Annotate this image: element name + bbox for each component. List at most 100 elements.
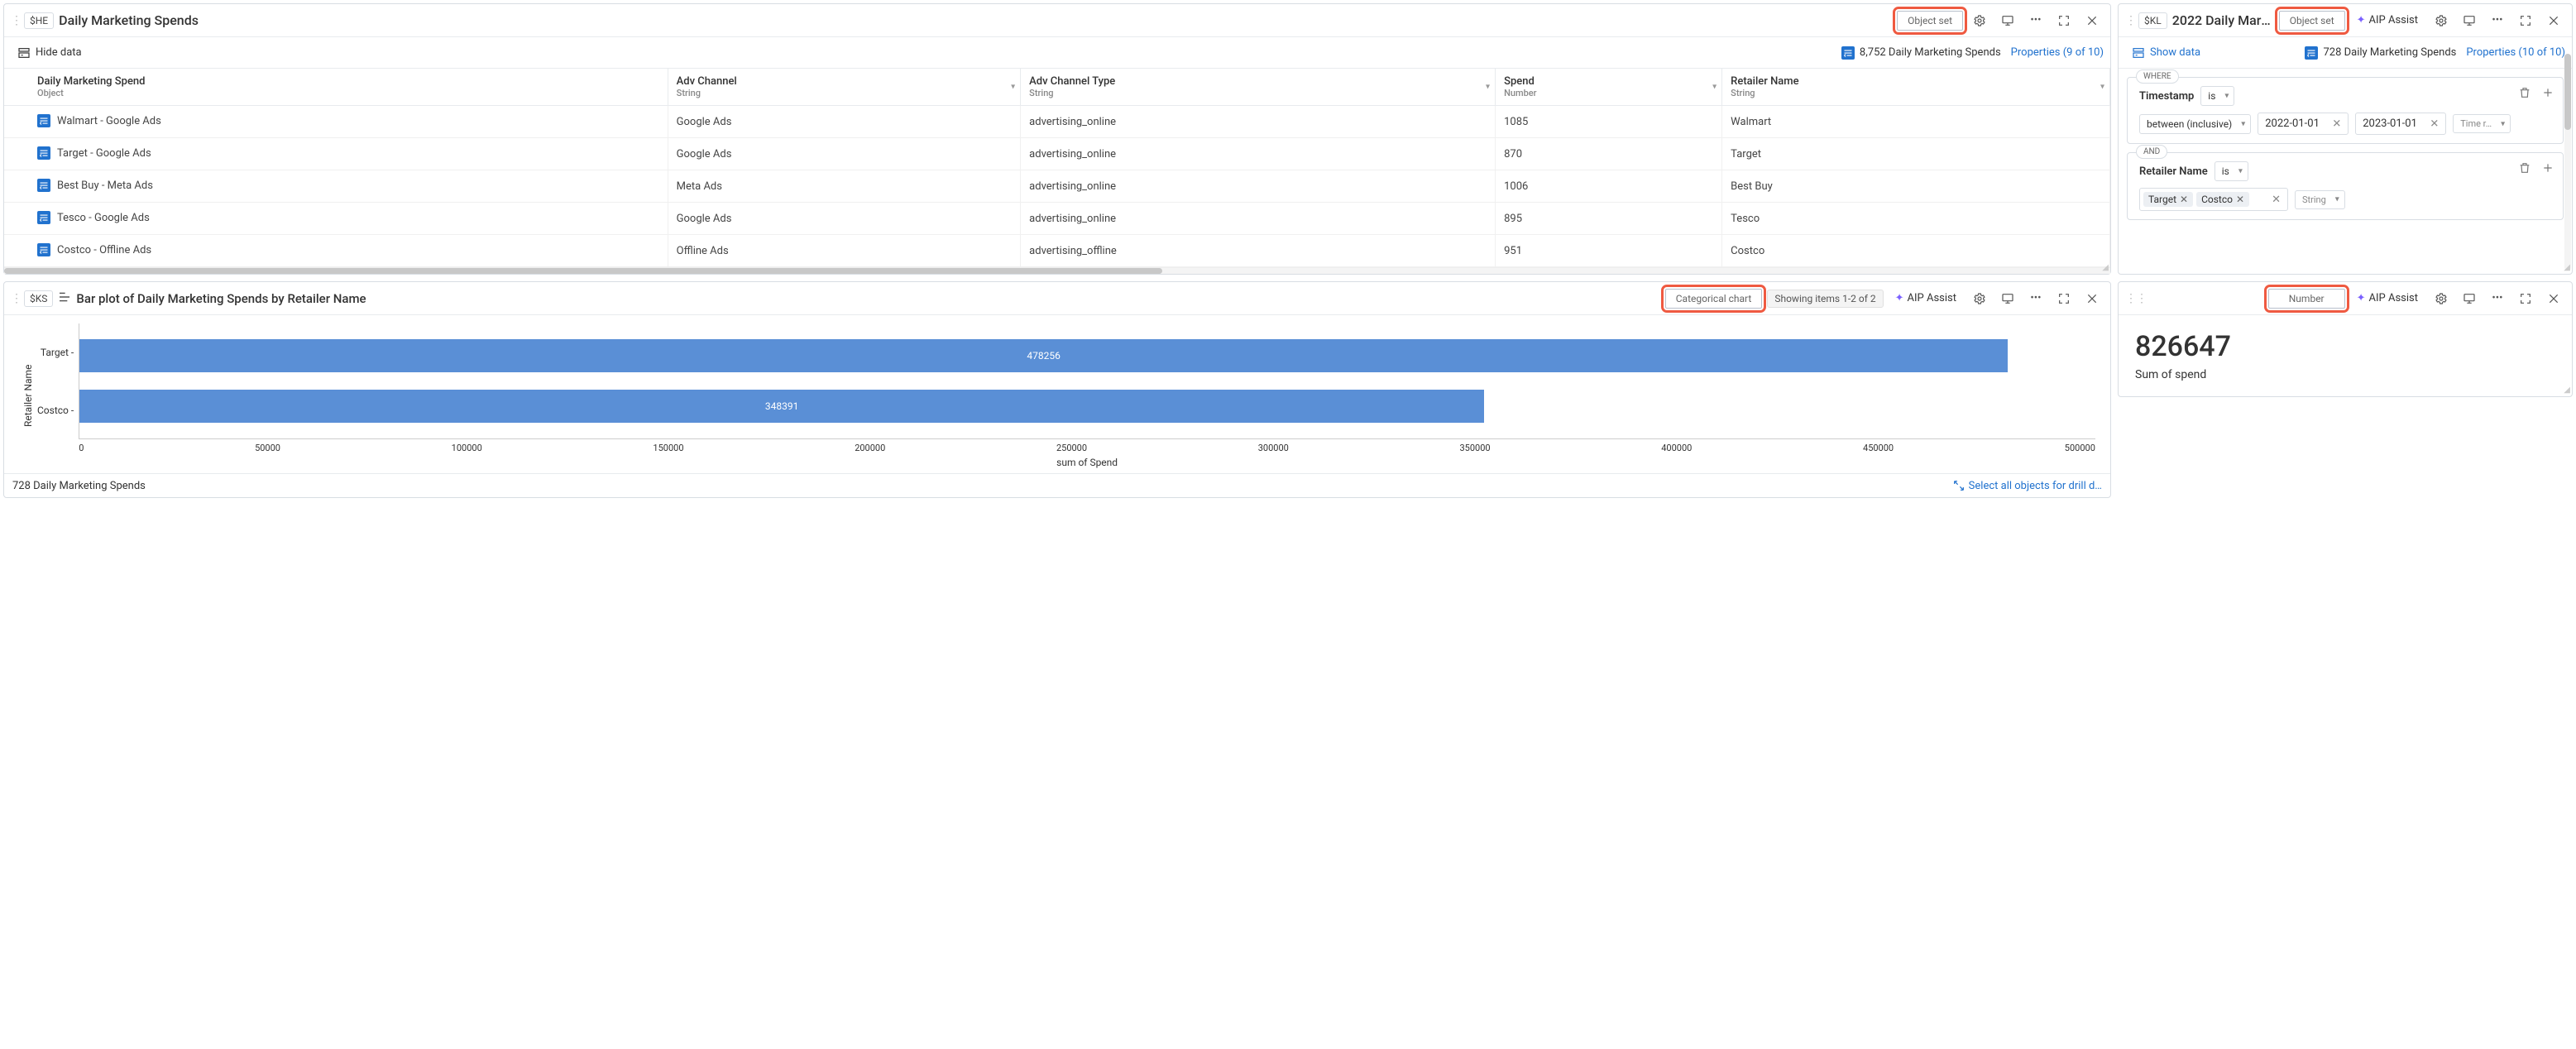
drag-handle-icon[interactable]: ⋮⋮ bbox=[11, 15, 19, 26]
column-header[interactable]: SpendNumber▾ bbox=[1496, 69, 1722, 106]
show-data-label: Show data bbox=[2150, 46, 2200, 59]
presentation-icon[interactable] bbox=[2458, 9, 2481, 32]
resize-handle-icon[interactable]: ◢ bbox=[2564, 386, 2570, 395]
resize-handle-icon[interactable]: ◢ bbox=[2564, 263, 2570, 272]
mode-dropdown[interactable]: between (inclusive) bbox=[2139, 114, 2251, 134]
column-sort-icon[interactable]: ▾ bbox=[1712, 83, 1717, 92]
operator-dropdown[interactable]: is bbox=[2200, 86, 2234, 106]
more-icon[interactable]: ••• bbox=[2486, 9, 2509, 32]
close-icon[interactable] bbox=[2542, 287, 2565, 310]
object-set-chip[interactable]: Object set bbox=[2279, 11, 2345, 31]
chart-bar[interactable]: 348391 bbox=[79, 390, 1484, 423]
delete-icon[interactable] bbox=[2515, 158, 2535, 178]
date-start-input[interactable]: 2022-01-01✕ bbox=[2258, 113, 2349, 135]
vertical-scrollbar[interactable] bbox=[2564, 54, 2571, 271]
expand-icon[interactable] bbox=[2052, 9, 2076, 32]
presentation-icon[interactable] bbox=[1996, 287, 2019, 310]
column-sort-icon[interactable]: ▾ bbox=[1486, 83, 1490, 92]
column-sort-icon[interactable]: ▾ bbox=[1011, 83, 1015, 92]
chart-bar[interactable]: 478256 bbox=[79, 339, 2008, 372]
operator-dropdown[interactable]: is bbox=[2214, 161, 2248, 181]
panel-a-header: ⋮⋮ $HE Daily Marketing Spends Object set… bbox=[4, 4, 2110, 37]
properties-link[interactable]: Properties (9 of 10) bbox=[2011, 46, 2104, 59]
more-icon[interactable]: ••• bbox=[2024, 287, 2047, 310]
add-icon[interactable] bbox=[2538, 83, 2558, 103]
drag-handle-icon[interactable]: ⋮⋮ bbox=[11, 293, 19, 304]
variable-chip[interactable]: $HE bbox=[24, 12, 54, 29]
more-icon[interactable]: ••• bbox=[2024, 9, 2047, 32]
object-icon bbox=[37, 243, 50, 256]
column-header[interactable]: Daily Marketing SpendObject bbox=[29, 69, 668, 106]
aip-assist-button[interactable]: ✦AIP Assist bbox=[1889, 289, 1963, 308]
column-header[interactable]: Retailer NameString▾ bbox=[1722, 69, 2110, 106]
y-tick-label: Costco - bbox=[37, 381, 74, 439]
footer-count: 728 Daily Marketing Spends bbox=[12, 480, 146, 492]
panel-b-subheader: Show data 728 Daily Marketing Spends Pro… bbox=[2119, 37, 2572, 69]
expand-icon[interactable] bbox=[2514, 287, 2537, 310]
column-sort-icon[interactable]: ▾ bbox=[2100, 83, 2104, 92]
object-icon bbox=[1841, 46, 1855, 60]
column-header[interactable]: Adv ChannelString▾ bbox=[668, 69, 1021, 106]
variable-chip[interactable]: $KL bbox=[2138, 12, 2167, 29]
delete-icon[interactable] bbox=[2515, 83, 2535, 103]
type-dropdown[interactable]: String bbox=[2295, 190, 2345, 209]
drill-down-link[interactable]: Select all objects for drill d… bbox=[1952, 479, 2102, 492]
clear-all-icon[interactable]: ✕ bbox=[2268, 194, 2284, 206]
table-row[interactable]: Target - Google AdsGoogle Adsadvertising… bbox=[4, 138, 2110, 170]
object-set-chip[interactable]: Object set bbox=[1897, 11, 1963, 31]
add-icon[interactable] bbox=[2538, 158, 2558, 178]
sparkle-icon: ✦ bbox=[2357, 292, 2366, 304]
expand-icon[interactable] bbox=[2052, 287, 2076, 310]
table-row[interactable]: Tesco - Google AdsGoogle Adsadvertising_… bbox=[4, 203, 2110, 235]
drag-handle-icon[interactable]: ⋮⋮ bbox=[2125, 293, 2133, 304]
close-icon[interactable] bbox=[2542, 9, 2565, 32]
object-icon bbox=[37, 114, 50, 127]
table-row[interactable]: Best Buy - Meta AdsMeta Adsadvertising_o… bbox=[4, 170, 2110, 203]
horizontal-scrollbar[interactable] bbox=[4, 267, 2110, 274]
aip-assist-button[interactable]: ✦AIP Assist bbox=[2350, 289, 2425, 308]
gear-icon[interactable] bbox=[2430, 287, 2453, 310]
clear-icon[interactable]: ✕ bbox=[2430, 117, 2439, 130]
clear-icon[interactable]: ✕ bbox=[2332, 117, 2341, 130]
close-icon[interactable] bbox=[2080, 287, 2104, 310]
table-row[interactable]: Costco - Offline AdsOffline Adsadvertisi… bbox=[4, 235, 2110, 267]
gear-icon[interactable] bbox=[1968, 287, 1991, 310]
chart-footer: 728 Daily Marketing Spends Select all ob… bbox=[4, 473, 2110, 497]
number-chip[interactable]: Number bbox=[2268, 289, 2345, 309]
filter-tag-item[interactable]: Costco✕ bbox=[2196, 192, 2249, 207]
filter-tag-item[interactable]: Target✕ bbox=[2143, 192, 2193, 207]
tags-input[interactable]: Target✕Costco✕✕ bbox=[2139, 188, 2288, 211]
properties-link[interactable]: Properties (10 of 10) bbox=[2466, 46, 2565, 59]
drag-handle-icon[interactable]: ⋮⋮ bbox=[2125, 15, 2133, 26]
date-end-input[interactable]: 2023-01-01✕ bbox=[2355, 113, 2446, 135]
panel-bar-chart: ⋮⋮ $KS Bar plot of Daily Marketing Spend… bbox=[3, 281, 2111, 498]
panel-b-header: ⋮⋮ $KL 2022 Daily Marke Object set ✦AIP … bbox=[2119, 4, 2572, 37]
filter-body: WHERE Timestamp is between (inclusive) 2… bbox=[2119, 69, 2572, 228]
gear-icon[interactable] bbox=[2430, 9, 2453, 32]
close-icon[interactable] bbox=[2080, 9, 2104, 32]
panel-daily-marketing-spends: ⋮⋮ $HE Daily Marketing Spends Object set… bbox=[3, 3, 2111, 275]
x-tick-label: 0 bbox=[79, 443, 84, 453]
presentation-icon[interactable] bbox=[2458, 287, 2481, 310]
remove-tag-icon[interactable]: ✕ bbox=[2180, 194, 2188, 205]
show-data-button[interactable]: Show data bbox=[2125, 43, 2207, 63]
categorical-chart-chip[interactable]: Categorical chart bbox=[1665, 289, 1763, 309]
and-tag: AND bbox=[2136, 145, 2167, 159]
presentation-icon[interactable] bbox=[1996, 9, 2019, 32]
panel-d-header: ⋮⋮ Number ✦AIP Assist ••• bbox=[2119, 282, 2572, 315]
expand-icon[interactable] bbox=[2514, 9, 2537, 32]
column-header[interactable]: Adv Channel TypeString▾ bbox=[1021, 69, 1496, 106]
big-number: 826647 bbox=[2135, 330, 2555, 363]
time-range-dropdown[interactable]: Time r… bbox=[2453, 114, 2511, 133]
remove-tag-icon[interactable]: ✕ bbox=[2236, 194, 2244, 205]
gear-icon[interactable] bbox=[1968, 9, 1991, 32]
aip-assist-button[interactable]: ✦AIP Assist bbox=[2350, 11, 2425, 30]
table-row[interactable]: Walmart - Google AdsGoogle Adsadvertisin… bbox=[4, 106, 2110, 138]
more-icon[interactable]: ••• bbox=[2486, 287, 2509, 310]
x-tick-label: 100000 bbox=[452, 443, 482, 453]
panel-title: 2022 Daily Marke bbox=[2172, 12, 2274, 28]
x-tick-label: 200000 bbox=[855, 443, 885, 453]
variable-chip[interactable]: $KS bbox=[24, 290, 53, 307]
hide-data-button[interactable]: Hide data bbox=[11, 43, 89, 63]
resize-handle-icon[interactable]: ◢ bbox=[2102, 263, 2109, 272]
